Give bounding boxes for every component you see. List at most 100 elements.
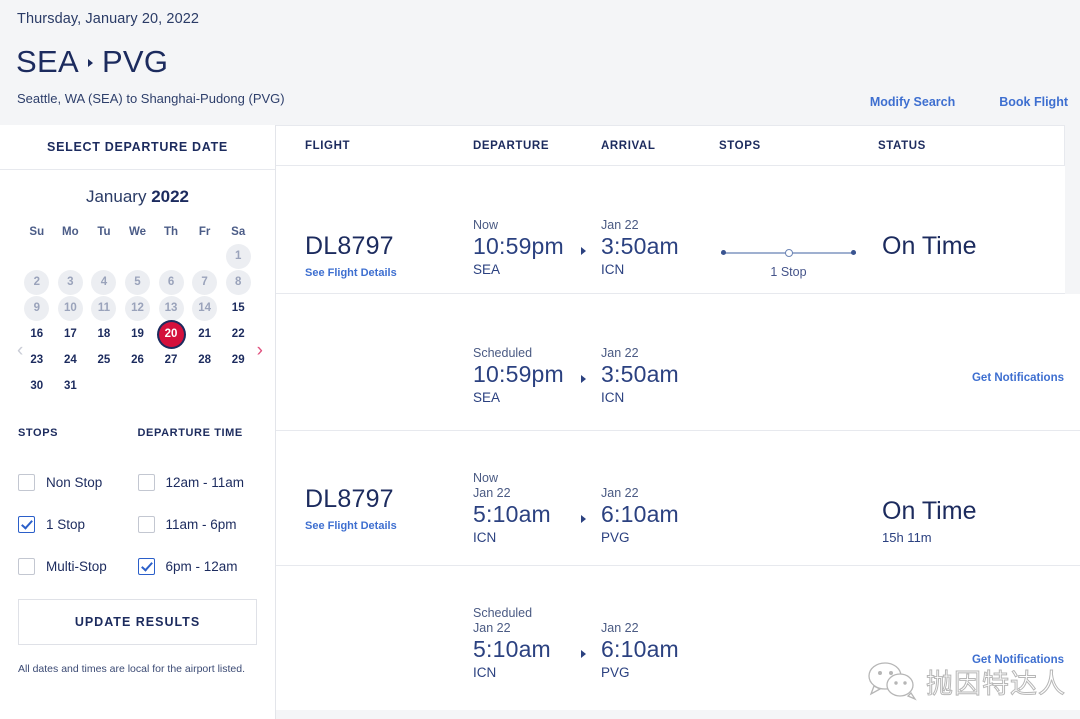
calendar-prev-month-icon[interactable]: ‹ bbox=[17, 341, 23, 360]
departure-time-filter-label: 11am - 6pm bbox=[165, 516, 237, 532]
stops-checkbox-list: Non Stop 1 Stop Multi-Stop bbox=[18, 461, 138, 587]
calendar-day-23[interactable]: 23 bbox=[24, 348, 49, 373]
departure-time-filter-checkbox[interactable] bbox=[137, 473, 155, 491]
arrival-cell: Jan 22 3:50am ICN bbox=[601, 346, 679, 405]
flight-row[interactable]: DL8797 See Flight Details Now Jan 22 5:10am I… bbox=[276, 431, 1080, 566]
calendar-day-28[interactable]: 28 bbox=[192, 348, 217, 373]
departure-cell: Scheduled Jan 22 5:10am ICN bbox=[473, 606, 551, 680]
calendar-dow-we: We bbox=[128, 226, 147, 238]
departure-time-filter-row[interactable]: 6pm - 12am bbox=[137, 545, 258, 587]
arrival-airport-code: ICN bbox=[601, 262, 625, 277]
column-header-status: STATUS bbox=[878, 140, 926, 152]
calendar-day-17[interactable]: 17 bbox=[58, 322, 83, 347]
calendar-day-31[interactable]: 31 bbox=[58, 374, 83, 399]
calendar-day-15[interactable]: 15 bbox=[226, 296, 251, 321]
modify-search-link[interactable]: Modify Search bbox=[870, 95, 955, 109]
header-links: Modify Search Book Flight bbox=[870, 95, 1068, 109]
calendar-day-16[interactable]: 16 bbox=[24, 322, 49, 347]
filter-heading-stops: STOPS bbox=[18, 427, 59, 439]
departure-time-filter-checkbox[interactable] bbox=[137, 557, 155, 575]
calendar-day-30[interactable]: 30 bbox=[24, 374, 49, 399]
stops-filter-label: Multi-Stop bbox=[46, 558, 107, 574]
calendar-day-7: 7 bbox=[192, 270, 218, 295]
departure-arrival-arrow-icon bbox=[581, 650, 586, 658]
stops-diagram-icon bbox=[721, 249, 856, 257]
status-cell: On Time 15h 11m bbox=[882, 497, 976, 545]
calendar-day-20[interactable]: 20 bbox=[158, 322, 184, 347]
arrival-time: 6:10am bbox=[601, 636, 679, 662]
calendar-dow-su: Su bbox=[29, 226, 45, 238]
stops-cell: 1 Stop bbox=[721, 237, 856, 279]
departure-status-label: Now bbox=[473, 471, 499, 485]
departure-time: 5:10am bbox=[473, 501, 551, 527]
stops-filter-row[interactable]: 1 Stop bbox=[18, 503, 138, 545]
stops-filter-row[interactable]: Non Stop bbox=[18, 461, 138, 503]
calendar-day-11: 11 bbox=[91, 296, 117, 321]
departure-time-filter-checkbox[interactable] bbox=[137, 515, 155, 533]
departure-status-label: Scheduled bbox=[473, 606, 533, 620]
calendar-day-29[interactable]: 29 bbox=[226, 348, 251, 373]
calendar-day-27[interactable]: 27 bbox=[159, 348, 184, 373]
get-notifications-link[interactable]: Get Notifications bbox=[972, 372, 1064, 384]
arrival-date: Jan 22 bbox=[601, 486, 639, 500]
calendar-dow-mo: Mo bbox=[62, 226, 79, 238]
calendar-day-26[interactable]: 26 bbox=[125, 348, 150, 373]
departure-cell: Now Jan 22 5:10am ICN bbox=[473, 471, 551, 545]
flight-row[interactable]: Scheduled 10:59pm SEA Jan 22 3:50am ICN Get No… bbox=[276, 294, 1080, 431]
flight-row[interactable]: Scheduled Jan 22 5:10am ICN Jan 22 6:10am PVG G… bbox=[276, 566, 1080, 710]
calendar-next-month-icon[interactable]: › bbox=[257, 341, 263, 360]
flight-number: DL8797 bbox=[305, 485, 394, 513]
results-panel: FLIGHT DEPARTURE ARRIVAL STOPS STATUS DL… bbox=[276, 125, 1080, 719]
calendar-grid: Su Mo Tu We Th Fr Sa 1 2 3 4 5 6 7 8 9 10 11 12 13 14 15 16 17 1… bbox=[20, 221, 255, 399]
departure-date: Jan 22 bbox=[473, 486, 511, 500]
calendar-day-22[interactable]: 22 bbox=[226, 322, 251, 347]
departure-date: Jan 22 bbox=[473, 621, 511, 635]
calendar-day-13: 13 bbox=[158, 296, 184, 321]
calendar-day-12: 12 bbox=[124, 296, 150, 321]
departure-time-checkbox-list: 12am - 11am 11am - 6pm 6pm - 12am bbox=[137, 461, 258, 587]
arrival-date: Jan 22 bbox=[601, 346, 639, 360]
departure-status-label: Scheduled bbox=[473, 346, 533, 360]
arrival-time: 3:50am bbox=[601, 233, 679, 259]
see-flight-details-link[interactable]: See Flight Details bbox=[305, 267, 397, 279]
status-badge: On Time bbox=[882, 497, 977, 525]
status-cell: On Time bbox=[882, 232, 976, 261]
calendar-day-2: 2 bbox=[24, 270, 50, 295]
calendar-day-4: 4 bbox=[91, 270, 117, 295]
get-notifications-link[interactable]: Get Notifications bbox=[972, 654, 1064, 666]
departure-time-filter-row[interactable]: 12am - 11am bbox=[137, 461, 258, 503]
departure-arrival-arrow-icon bbox=[581, 375, 586, 383]
status-badge: On Time bbox=[882, 232, 977, 260]
filters: STOPS Non Stop 1 Stop Multi-Stop DEPARTURE… bbox=[0, 427, 275, 587]
calendar-day-25[interactable]: 25 bbox=[91, 348, 116, 373]
departure-time: 10:59pm bbox=[473, 233, 564, 259]
departure-status-label: Now bbox=[473, 218, 499, 232]
arrival-cell: Jan 22 6:10am PVG bbox=[601, 621, 679, 680]
stops-filter-checkbox[interactable] bbox=[18, 557, 35, 575]
see-flight-details-link[interactable]: See Flight Details bbox=[305, 520, 397, 532]
arrival-airport-code: PVG bbox=[601, 530, 630, 545]
stops-filter-checkbox[interactable] bbox=[18, 473, 35, 491]
book-flight-link[interactable]: Book Flight bbox=[999, 95, 1068, 109]
filter-column-departure-time: DEPARTURE TIME 12am - 11am 11am - 6pm 6pm … bbox=[137, 427, 258, 587]
departure-time: 5:10am bbox=[473, 636, 551, 662]
update-results-button[interactable]: UPDATE RESULTS bbox=[18, 599, 257, 645]
calendar-day-19[interactable]: 19 bbox=[125, 322, 150, 347]
route-title: SEA PVG bbox=[16, 44, 168, 80]
calendar-day-9: 9 bbox=[24, 296, 50, 321]
filter-heading-departure-time: DEPARTURE TIME bbox=[137, 427, 243, 439]
stops-filter-row[interactable]: Multi-Stop bbox=[18, 545, 138, 587]
sidebar-title: SELECT DEPARTURE DATE bbox=[0, 125, 275, 170]
stops-filter-checkbox[interactable] bbox=[18, 515, 35, 533]
calendar-day-14: 14 bbox=[192, 296, 218, 321]
flight-row[interactable]: DL8797 See Flight Details Now 10:59pm SEA Jan… bbox=[276, 166, 1065, 294]
departure-time-filter-row[interactable]: 11am - 6pm bbox=[137, 503, 258, 545]
calendar-day-18[interactable]: 18 bbox=[91, 322, 116, 347]
arrival-date: Jan 22 bbox=[601, 218, 639, 232]
calendar-day-24[interactable]: 24 bbox=[58, 348, 83, 373]
stops-filter-label: 1 Stop bbox=[46, 516, 86, 532]
calendar-day-6: 6 bbox=[158, 270, 184, 295]
arrival-airport-code: ICN bbox=[601, 390, 625, 405]
departure-cell: Scheduled 10:59pm SEA bbox=[473, 346, 564, 405]
calendar-day-21[interactable]: 21 bbox=[192, 322, 217, 347]
